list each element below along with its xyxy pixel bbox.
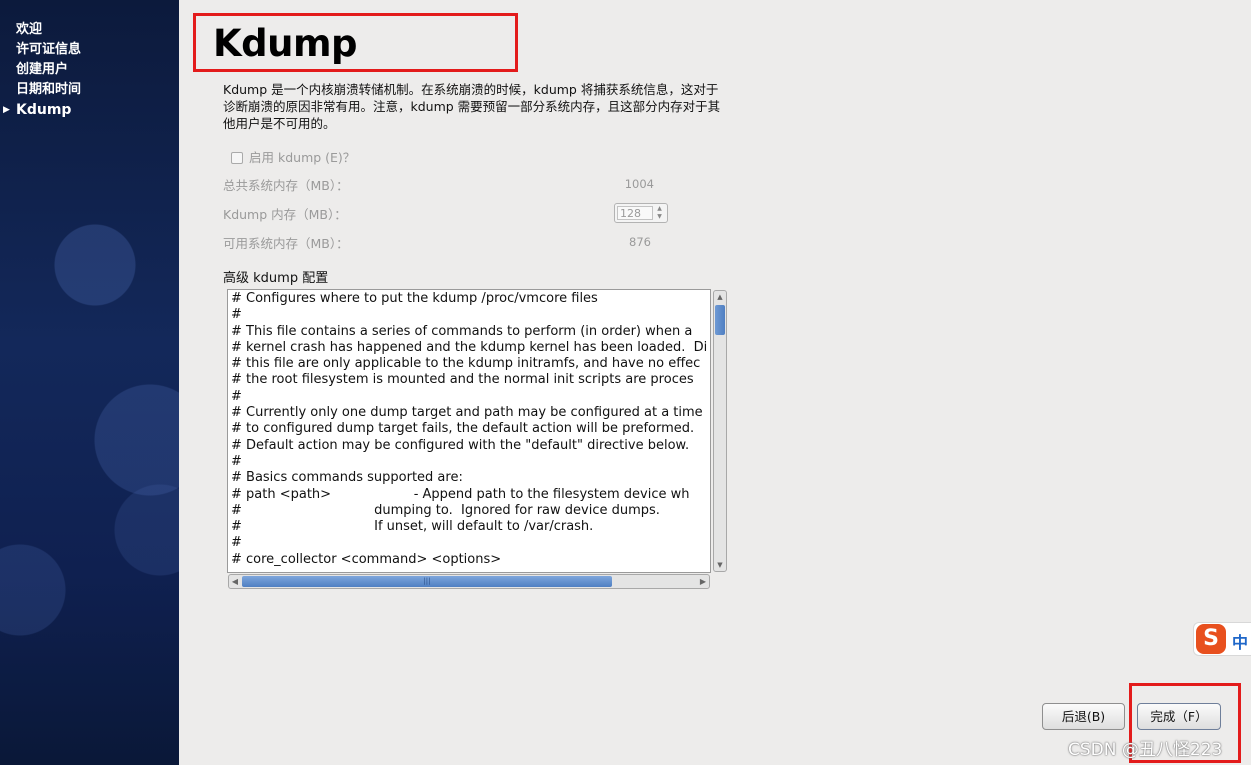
total-memory-value: 1004 xyxy=(624,177,654,191)
horizontal-scroll-thumb[interactable]: ||| xyxy=(242,576,612,587)
spinbox-buttons: ▲ ▼ xyxy=(653,205,666,221)
kdump-memory-input[interactable]: 128 xyxy=(617,206,653,220)
sidebar-item-label: 欢迎 xyxy=(16,22,43,37)
sogou-logo-icon: S xyxy=(1196,624,1226,654)
spin-up-icon[interactable]: ▲ xyxy=(653,205,666,213)
usable-memory-value: 876 xyxy=(629,235,651,249)
scroll-up-icon[interactable]: ▲ xyxy=(714,291,726,303)
vertical-scroll-thumb[interactable] xyxy=(715,305,725,335)
config-horizontal-scrollbar[interactable]: ◀ ||| ▶ xyxy=(228,574,710,589)
spin-down-icon[interactable]: ▼ xyxy=(653,213,666,221)
sidebar-item-create-user: 创建用户 xyxy=(0,60,179,80)
back-button[interactable]: 后退(B) xyxy=(1042,703,1125,730)
enable-kdump-row[interactable]: 启用 kdump (E)？ xyxy=(231,147,356,165)
scroll-down-icon[interactable]: ▼ xyxy=(714,559,726,571)
watermark: CSDN @丑八怪223 xyxy=(1068,740,1223,760)
finish-button[interactable]: 完成（F） xyxy=(1137,703,1221,730)
kdump-memory-label: Kdump 内存（MB）： xyxy=(223,207,347,222)
ime-mode-indicator[interactable]: 中 xyxy=(1232,629,1248,653)
usable-memory-label: 可用系统内存（MB）： xyxy=(223,236,349,251)
sidebar: 欢迎 许可证信息 创建用户 日期和时间 ▶ Kdump xyxy=(0,0,179,765)
config-vertical-scrollbar[interactable]: ▲ ▼ xyxy=(713,290,727,572)
sidebar-item-label: 创建用户 xyxy=(16,62,69,77)
sidebar-item-label: 许可证信息 xyxy=(16,42,82,57)
ime-widget[interactable]: S 中 xyxy=(1193,622,1251,656)
enable-kdump-label: 启用 kdump (E)？ xyxy=(249,150,356,165)
total-memory-label: 总共系统内存（MB）： xyxy=(223,178,349,193)
sidebar-item-label: Kdump xyxy=(16,102,72,118)
sidebar-item-welcome: 欢迎 xyxy=(0,20,179,40)
sidebar-item-date-time: 日期和时间 xyxy=(0,80,179,100)
kdump-description: Kdump 是一个内核崩溃转储机制。在系统崩溃的时候，kdump 将捕获系统信息… xyxy=(223,82,721,131)
enable-kdump-checkbox[interactable] xyxy=(231,152,243,164)
config-textarea[interactable]: # Configures where to put the kdump /pro… xyxy=(227,289,711,573)
sidebar-item-license: 许可证信息 xyxy=(0,40,179,60)
kdump-memory-spinbox[interactable]: 128 ▲ ▼ xyxy=(614,203,668,223)
sidebar-item-kdump: ▶ Kdump xyxy=(0,100,179,120)
sidebar-steps: 欢迎 许可证信息 创建用户 日期和时间 ▶ Kdump xyxy=(0,0,179,120)
current-step-arrow-icon: ▶ xyxy=(3,105,10,115)
config-text[interactable]: # Configures where to put the kdump /pro… xyxy=(228,290,710,568)
advanced-config-label: 高级 kdump 配置 xyxy=(223,271,329,286)
scroll-left-icon[interactable]: ◀ xyxy=(229,575,241,588)
page-title: Kdump xyxy=(213,22,358,65)
sidebar-item-label: 日期和时间 xyxy=(16,82,82,97)
scroll-right-icon[interactable]: ▶ xyxy=(697,575,709,588)
